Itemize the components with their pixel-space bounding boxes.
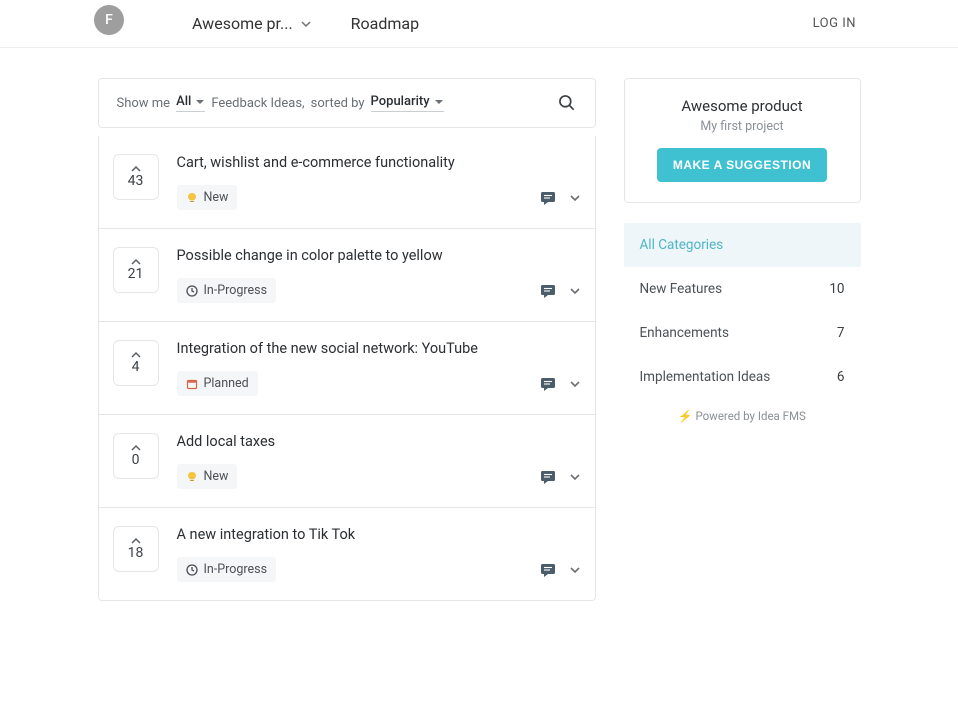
vote-button[interactable]: 43 bbox=[113, 154, 159, 200]
chevron-up-icon bbox=[131, 351, 141, 358]
status-label: In-Progress bbox=[204, 283, 268, 298]
expand-toggle[interactable] bbox=[569, 471, 581, 483]
category-label: New Features bbox=[640, 281, 723, 297]
category-item[interactable]: New Features 10 bbox=[624, 267, 861, 311]
status-badge: Planned bbox=[177, 371, 258, 396]
comment-icon[interactable] bbox=[539, 375, 557, 393]
category-label: All Categories bbox=[640, 237, 724, 253]
nav-roadmap[interactable]: Roadmap bbox=[351, 14, 419, 33]
status-badge: In-Progress bbox=[177, 557, 277, 582]
project-dropdown[interactable]: Awesome pr... bbox=[192, 14, 311, 33]
category-count: 6 bbox=[837, 369, 845, 385]
status-label: Planned bbox=[204, 376, 249, 391]
status-label: New bbox=[204, 190, 229, 205]
clock-icon bbox=[186, 285, 198, 297]
status-badge: New bbox=[177, 464, 238, 489]
vote-button[interactable]: 18 bbox=[113, 526, 159, 572]
vote-button[interactable]: 4 bbox=[113, 340, 159, 386]
feedback-item: 21 Possible change in color palette to ye… bbox=[99, 228, 595, 321]
project-label: Awesome pr... bbox=[192, 14, 293, 33]
caret-down-icon bbox=[195, 97, 205, 107]
category-item[interactable]: Enhancements 7 bbox=[624, 311, 861, 355]
feedback-item: 0 Add local taxes New bbox=[99, 414, 595, 507]
category-label: Implementation Ideas bbox=[640, 369, 771, 385]
category-label: Enhancements bbox=[640, 325, 729, 341]
status-label: In-Progress bbox=[204, 562, 268, 577]
comment-icon[interactable] bbox=[539, 189, 557, 207]
clock-icon bbox=[186, 564, 198, 576]
category-item[interactable]: Implementation Ideas 6 bbox=[624, 355, 861, 399]
status-label: New bbox=[204, 469, 229, 484]
chevron-up-icon bbox=[131, 165, 141, 172]
lightbulb-icon bbox=[186, 471, 198, 483]
chevron-up-icon bbox=[131, 537, 141, 544]
calendar-icon bbox=[186, 378, 198, 390]
powered-by[interactable]: ⚡ Powered by Idea FMS bbox=[624, 409, 861, 423]
comment-icon[interactable] bbox=[539, 282, 557, 300]
feedback-title[interactable]: Cart, wishlist and e-commerce functional… bbox=[177, 154, 581, 171]
filter-show-me-label: Show me bbox=[117, 96, 171, 111]
filter-sorted-by-label: sorted by bbox=[311, 96, 365, 111]
filter-all-dropdown[interactable]: All bbox=[176, 94, 205, 112]
feedback-item: 18 A new integration to Tik Tok In-Progres… bbox=[99, 507, 595, 600]
vote-button[interactable]: 21 bbox=[113, 247, 159, 293]
feedback-item: 43 Cart, wishlist and e-commerce function… bbox=[99, 136, 595, 228]
feedback-title[interactable]: Possible change in color palette to yell… bbox=[177, 247, 581, 264]
feedback-item: 4 Integration of the new social network: … bbox=[99, 321, 595, 414]
project-subtitle: My first project bbox=[641, 119, 844, 134]
avatar[interactable]: F bbox=[94, 5, 124, 35]
feedback-title[interactable]: Add local taxes bbox=[177, 433, 581, 450]
project-title: Awesome product bbox=[641, 97, 844, 115]
bolt-icon: ⚡ bbox=[678, 409, 692, 423]
login-link[interactable]: LOG IN bbox=[813, 16, 856, 31]
expand-toggle[interactable] bbox=[569, 564, 581, 576]
chevron-up-icon bbox=[131, 258, 141, 265]
filter-sort-dropdown[interactable]: Popularity bbox=[371, 94, 444, 112]
vote-count: 18 bbox=[128, 545, 144, 561]
expand-toggle[interactable] bbox=[569, 378, 581, 390]
lightbulb-icon bbox=[186, 192, 198, 204]
filter-all-value: All bbox=[176, 94, 191, 109]
filter-bar: Show me All Feedback Ideas, sorted by Po… bbox=[98, 78, 596, 128]
filter-feedback-label: Feedback Ideas, bbox=[211, 96, 304, 111]
category-count: 7 bbox=[837, 325, 845, 341]
feedback-list: 43 Cart, wishlist and e-commerce function… bbox=[98, 136, 596, 601]
vote-button[interactable]: 0 bbox=[113, 433, 159, 479]
vote-count: 21 bbox=[128, 266, 144, 282]
chevron-down-icon bbox=[301, 19, 311, 29]
powered-by-label: Powered by Idea FMS bbox=[695, 409, 805, 423]
caret-down-icon bbox=[434, 97, 444, 107]
comment-icon[interactable] bbox=[539, 468, 557, 486]
category-count: 10 bbox=[829, 281, 844, 297]
feedback-title[interactable]: A new integration to Tik Tok bbox=[177, 526, 581, 543]
vote-count: 4 bbox=[132, 359, 140, 375]
vote-count: 43 bbox=[128, 173, 144, 189]
filter-sort-value: Popularity bbox=[371, 94, 430, 109]
make-suggestion-button[interactable]: MAKE A SUGGESTION bbox=[657, 148, 827, 182]
category-all[interactable]: All Categories bbox=[624, 223, 861, 267]
comment-icon[interactable] bbox=[539, 561, 557, 579]
search-icon[interactable] bbox=[557, 93, 577, 113]
category-list: All Categories New Features 10 Enhancement… bbox=[624, 223, 861, 399]
vote-count: 0 bbox=[132, 452, 140, 468]
project-card: Awesome product My first project MAKE A … bbox=[624, 78, 861, 203]
feedback-title[interactable]: Integration of the new social network: Y… bbox=[177, 340, 581, 357]
expand-toggle[interactable] bbox=[569, 285, 581, 297]
status-badge: New bbox=[177, 185, 238, 210]
expand-toggle[interactable] bbox=[569, 192, 581, 204]
status-badge: In-Progress bbox=[177, 278, 277, 303]
chevron-up-icon bbox=[131, 444, 141, 451]
